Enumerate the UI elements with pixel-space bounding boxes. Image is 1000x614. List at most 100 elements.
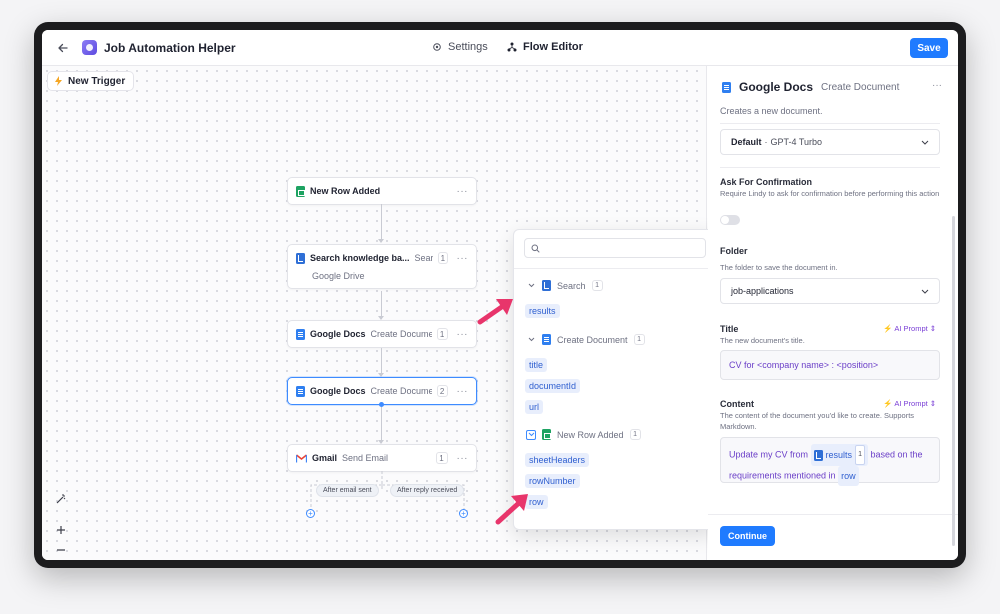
annotation-arrow [477,299,513,325]
title-input[interactable]: CV for <company name> : <position> [720,350,940,380]
group-count: 1 [633,334,645,345]
node-count: 1 [436,328,448,340]
docs-icon [296,385,305,397]
variable-title[interactable]: title [525,358,548,372]
group-label: Create Document [557,334,628,345]
knowledge-base-icon [813,449,823,461]
ai-prompt-label: AI Prompt [894,398,928,408]
panel-description: Creates a new document. [720,106,823,116]
knowledge-base-icon [542,280,551,291]
app-title: Job Automation Helper [104,41,236,55]
sparkle-icon: ⚡ [883,398,893,408]
variable-search[interactable] [524,238,706,258]
group-label: New Row Added [557,429,624,440]
variable-document-id[interactable]: documentId [525,379,581,393]
ai-prompt-label: AI Prompt [894,323,928,333]
chevron-down-icon [526,281,536,291]
folder-value: job-applications [731,286,794,296]
content-ai-prompt[interactable]: ⚡ AI Prompt ⇕ [879,397,940,409]
inline-variable-results[interactable]: results 1 [810,444,868,466]
node-subtitle: Create Document [370,386,432,396]
variable-results[interactable]: results [525,304,560,318]
group-create-document[interactable]: Create Document 1 [526,334,645,345]
sheets-icon [542,429,551,440]
inline-variable-count: 1 [855,445,865,465]
chevron-down-icon [921,289,929,294]
model-select[interactable]: Default · GPT-4 Turbo [720,129,940,155]
model-separator: · [764,137,768,147]
node-title: New Row Added [310,186,381,196]
connector-line [378,348,384,377]
node-title: Search knowledge ba... [310,253,410,263]
variable-sheet-headers[interactable]: sheetHeaders [525,453,590,467]
continue-button[interactable]: Continue [720,526,775,546]
node-subtitle: Sear... [414,253,434,263]
lightning-icon [55,76,62,86]
gear-icon [433,43,441,51]
content-text: Update my CV from [729,449,809,460]
node-count: 1 [435,452,448,464]
branch-after-reply-received[interactable]: After reply received [390,484,465,497]
inline-variable-row[interactable]: row [838,466,859,486]
search-icon [531,244,540,253]
node-more-icon[interactable]: ··· [457,453,469,464]
connector-line [378,291,384,320]
divider [708,514,958,515]
node-more-icon[interactable]: ··· [457,253,469,264]
content-text: based on [870,449,908,460]
new-trigger-label: New Trigger [68,75,126,87]
node-more-icon[interactable]: ··· [457,386,469,397]
add-step-right-button[interactable]: + [459,509,468,518]
variable-picker: Search 1 results Create Document 1 title… [513,229,716,530]
branch-after-email-sent[interactable]: After email sent [316,484,379,497]
folder-label: Folder [720,246,748,256]
content-help: The content of the document you'd like t… [720,411,915,431]
back-button[interactable] [54,39,72,57]
tab-flow-editor[interactable]: Flow Editor [507,41,583,53]
chevron-down-icon [921,140,929,145]
node-gmail[interactable]: Gmail Send Email 1 ··· [287,444,477,472]
group-new-row-added[interactable]: New Row Added 1 [526,429,641,440]
connector-line [378,407,384,444]
node-search-knowledge-base[interactable]: Search knowledge ba... Sear... 1 ··· Goo… [287,244,477,289]
node-count: 1 [438,252,448,264]
folder-select[interactable]: job-applications [720,278,940,304]
add-step-left-button[interactable]: + [306,509,315,518]
panel-more-icon[interactable]: ··· [932,80,942,91]
node-subtitle: Create Document [370,329,432,339]
sheets-icon [296,185,305,197]
variable-url[interactable]: url [525,400,544,414]
group-search[interactable]: Search 1 [526,280,603,291]
variable-search-input[interactable] [545,243,695,253]
gmail-icon [296,453,307,463]
title-ai-prompt[interactable]: ⚡ AI Prompt ⇕ [879,322,940,334]
confirm-label: Ask For Confirmation [720,177,813,187]
save-button[interactable]: Save [910,38,948,58]
folder-help: The folder to save the document in. [720,263,838,272]
zoom-out-button[interactable] [50,541,72,559]
auto-layout-button[interactable] [50,490,72,508]
node-more-icon[interactable]: ··· [457,329,469,340]
node-more-icon[interactable]: ··· [457,186,469,197]
confirm-toggle[interactable] [720,215,740,225]
node-google-docs-1[interactable]: Google Docs Create Document 1 ··· [287,320,477,348]
flow-icon [507,42,517,52]
docs-icon [722,81,731,93]
tab-settings[interactable]: Settings [432,41,488,53]
node-new-row-added[interactable]: New Row Added ··· [287,177,477,205]
tab-settings-label: Settings [448,41,488,53]
confirm-help: Require Lindy to ask for confirmation be… [720,189,940,198]
new-trigger-button[interactable]: New Trigger [47,71,135,91]
variable-row-number[interactable]: rowNumber [525,474,580,488]
model-name: GPT-4 Turbo [770,137,823,147]
minus-icon [57,549,65,551]
zoom-in-button[interactable] [50,521,72,539]
panel-scrollbar[interactable] [952,216,955,546]
group-count: 1 [591,280,603,291]
magic-wand-icon [56,494,66,504]
node-title: Google Docs [310,386,366,396]
app-window: Job Automation Helper Settings Flow Edit… [42,30,958,560]
node-google-docs-2[interactable]: Google Docs Create Document 2 ··· [287,377,477,405]
node-detail: Google Drive [312,271,365,281]
content-input[interactable]: Update my CV from results 1 based on the… [720,437,940,486]
